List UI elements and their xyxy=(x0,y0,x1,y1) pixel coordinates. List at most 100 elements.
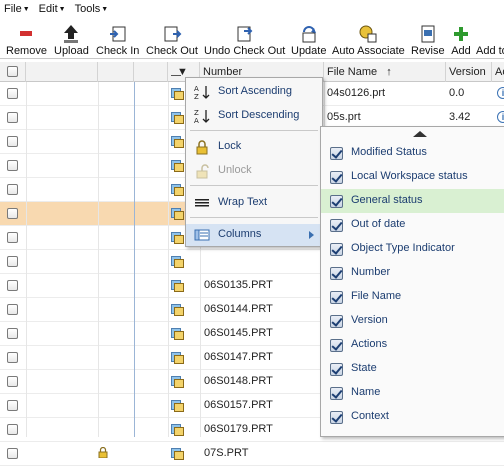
header-actions[interactable]: Ac xyxy=(492,62,504,82)
part-object-icon xyxy=(170,231,184,245)
column-checkbox-icon[interactable] xyxy=(330,387,343,400)
column-toggle-item[interactable]: File Name xyxy=(321,285,504,309)
column-toggle-item[interactable]: Context xyxy=(321,405,504,429)
header-version[interactable]: Version xyxy=(446,62,492,82)
row-checkbox[interactable] xyxy=(7,208,18,219)
remove-icon xyxy=(16,24,36,44)
row-checkbox[interactable] xyxy=(7,376,18,387)
menu-file-label: File xyxy=(4,3,22,15)
column-checkbox-icon[interactable] xyxy=(330,315,343,328)
row-checkbox[interactable] xyxy=(7,328,18,339)
header-col-local[interactable] xyxy=(98,62,134,82)
update-button[interactable]: Update xyxy=(291,19,326,59)
column-checkbox-icon[interactable] xyxy=(330,219,343,232)
menu-edit[interactable]: Edit ▼ xyxy=(39,3,66,15)
column-toggle-item[interactable]: Name xyxy=(321,381,504,405)
column-toggle-label: Number xyxy=(351,266,391,278)
remove-button[interactable]: Remove xyxy=(6,19,47,59)
column-toggle-item[interactable]: State xyxy=(321,357,504,381)
column-checkbox-icon[interactable] xyxy=(330,291,343,304)
revise-icon xyxy=(418,24,438,44)
row-checkbox[interactable] xyxy=(7,232,18,243)
part-object-icon xyxy=(170,255,184,269)
column-toggle-item[interactable]: Local Workspace status xyxy=(321,165,504,189)
revise-button[interactable]: Revise xyxy=(411,19,445,59)
row-checkbox[interactable] xyxy=(7,280,18,291)
header-select-all[interactable] xyxy=(0,62,26,82)
part-object-icon xyxy=(170,327,184,341)
header-file-name[interactable]: File Name ↑ xyxy=(324,62,446,82)
add-button[interactable]: Add xyxy=(451,19,471,59)
header-file-name-label: File Name xyxy=(327,66,378,78)
undo-check-out-button[interactable]: Undo Check Out xyxy=(204,19,285,59)
column-toggle-label: General status xyxy=(351,194,423,206)
column-checkbox-icon[interactable] xyxy=(330,195,343,208)
row-checkbox[interactable] xyxy=(7,160,18,171)
upload-label: Upload xyxy=(54,45,89,57)
toolbar: Remove Upload Check In Check Out Undo Ch… xyxy=(0,19,504,59)
part-object-icon xyxy=(170,351,184,365)
row-version: 0.0 xyxy=(449,87,465,99)
menu-tools[interactable]: Tools ▼ xyxy=(75,3,109,15)
row-number: 06S0135.PRT xyxy=(204,279,273,291)
column-toggle-label: Context xyxy=(351,410,389,422)
info-icon[interactable]: i xyxy=(497,87,504,99)
row-checkbox[interactable] xyxy=(7,256,18,267)
check-out-label: Check Out xyxy=(146,45,198,57)
select-all-checkbox[interactable] xyxy=(7,66,18,77)
column-toggle-item[interactable]: Version xyxy=(321,309,504,333)
column-toggle-item[interactable]: General status xyxy=(321,189,504,213)
row-checkbox[interactable] xyxy=(7,136,18,147)
column-checkbox-icon[interactable] xyxy=(330,411,343,424)
menu-lock-label: Lock xyxy=(218,140,242,152)
part-object-icon xyxy=(170,279,184,293)
wrap-text-icon xyxy=(194,195,210,211)
row-checkbox[interactable] xyxy=(7,112,18,123)
row-version: 3.42 xyxy=(449,111,471,123)
check-in-button[interactable]: Check In xyxy=(96,19,139,59)
column-toggle-label: Modified Status xyxy=(351,146,427,158)
upload-button[interactable]: Upload xyxy=(54,19,89,59)
menu-file[interactable]: File ▼ xyxy=(4,3,30,15)
check-out-button[interactable]: Check Out xyxy=(146,19,198,59)
update-label: Update xyxy=(291,45,327,57)
menu-wrap-text[interactable]: Wrap Text xyxy=(186,192,322,214)
check-out-icon xyxy=(162,24,182,44)
menu-sort-descending[interactable]: ZA Sort Descending xyxy=(186,105,322,127)
column-checkbox-icon[interactable] xyxy=(330,339,343,352)
row-checkbox[interactable] xyxy=(7,184,18,195)
lock-icon xyxy=(194,139,210,155)
menu-lock[interactable]: Lock xyxy=(186,136,322,158)
column-toggle-item[interactable]: Number xyxy=(321,261,504,285)
menu-unlock-label: Unlock xyxy=(218,164,252,176)
row-checkbox[interactable] xyxy=(7,424,18,435)
header-col-general[interactable] xyxy=(134,62,168,82)
column-checkbox-icon[interactable] xyxy=(330,363,343,376)
menu-columns[interactable]: Columns xyxy=(186,224,322,246)
column-toggle-item[interactable]: Object Type Indicator xyxy=(321,237,504,261)
column-checkbox-icon[interactable] xyxy=(330,243,343,256)
column-toggle-item[interactable]: Modified Status xyxy=(321,141,504,165)
info-icon[interactable]: i xyxy=(497,111,504,123)
column-checkbox-icon[interactable] xyxy=(330,267,343,280)
column-toggle-item[interactable]: Actions xyxy=(321,333,504,357)
scroll-up-icon[interactable] xyxy=(413,131,427,137)
menubar: File ▼ Edit ▼ Tools ▼ xyxy=(0,0,504,18)
row-checkbox[interactable] xyxy=(7,352,18,363)
menu-edit-arrow-icon: ▼ xyxy=(58,5,66,13)
menu-sort-ascending[interactable]: AZ Sort Ascending xyxy=(186,81,322,103)
row-number: 06S0145.PRT xyxy=(204,327,273,339)
row-checkbox[interactable] xyxy=(7,400,18,411)
column-checkbox-icon[interactable] xyxy=(330,171,343,184)
row-checkbox[interactable] xyxy=(7,448,18,459)
row-number: 06S0144.PRT xyxy=(204,303,273,315)
row-file-name: 04s0126.prt xyxy=(327,87,386,99)
column-checkbox-icon[interactable] xyxy=(330,147,343,160)
auto-associate-button[interactable]: Auto Associate xyxy=(332,19,405,59)
row-checkbox[interactable] xyxy=(7,88,18,99)
table-row[interactable]: 07S.PRT xyxy=(0,442,504,466)
add-to-button[interactable]: Add to xyxy=(476,19,504,59)
header-col-modified[interactable] xyxy=(26,62,98,82)
row-checkbox[interactable] xyxy=(7,304,18,315)
column-toggle-item[interactable]: Out of date xyxy=(321,213,504,237)
